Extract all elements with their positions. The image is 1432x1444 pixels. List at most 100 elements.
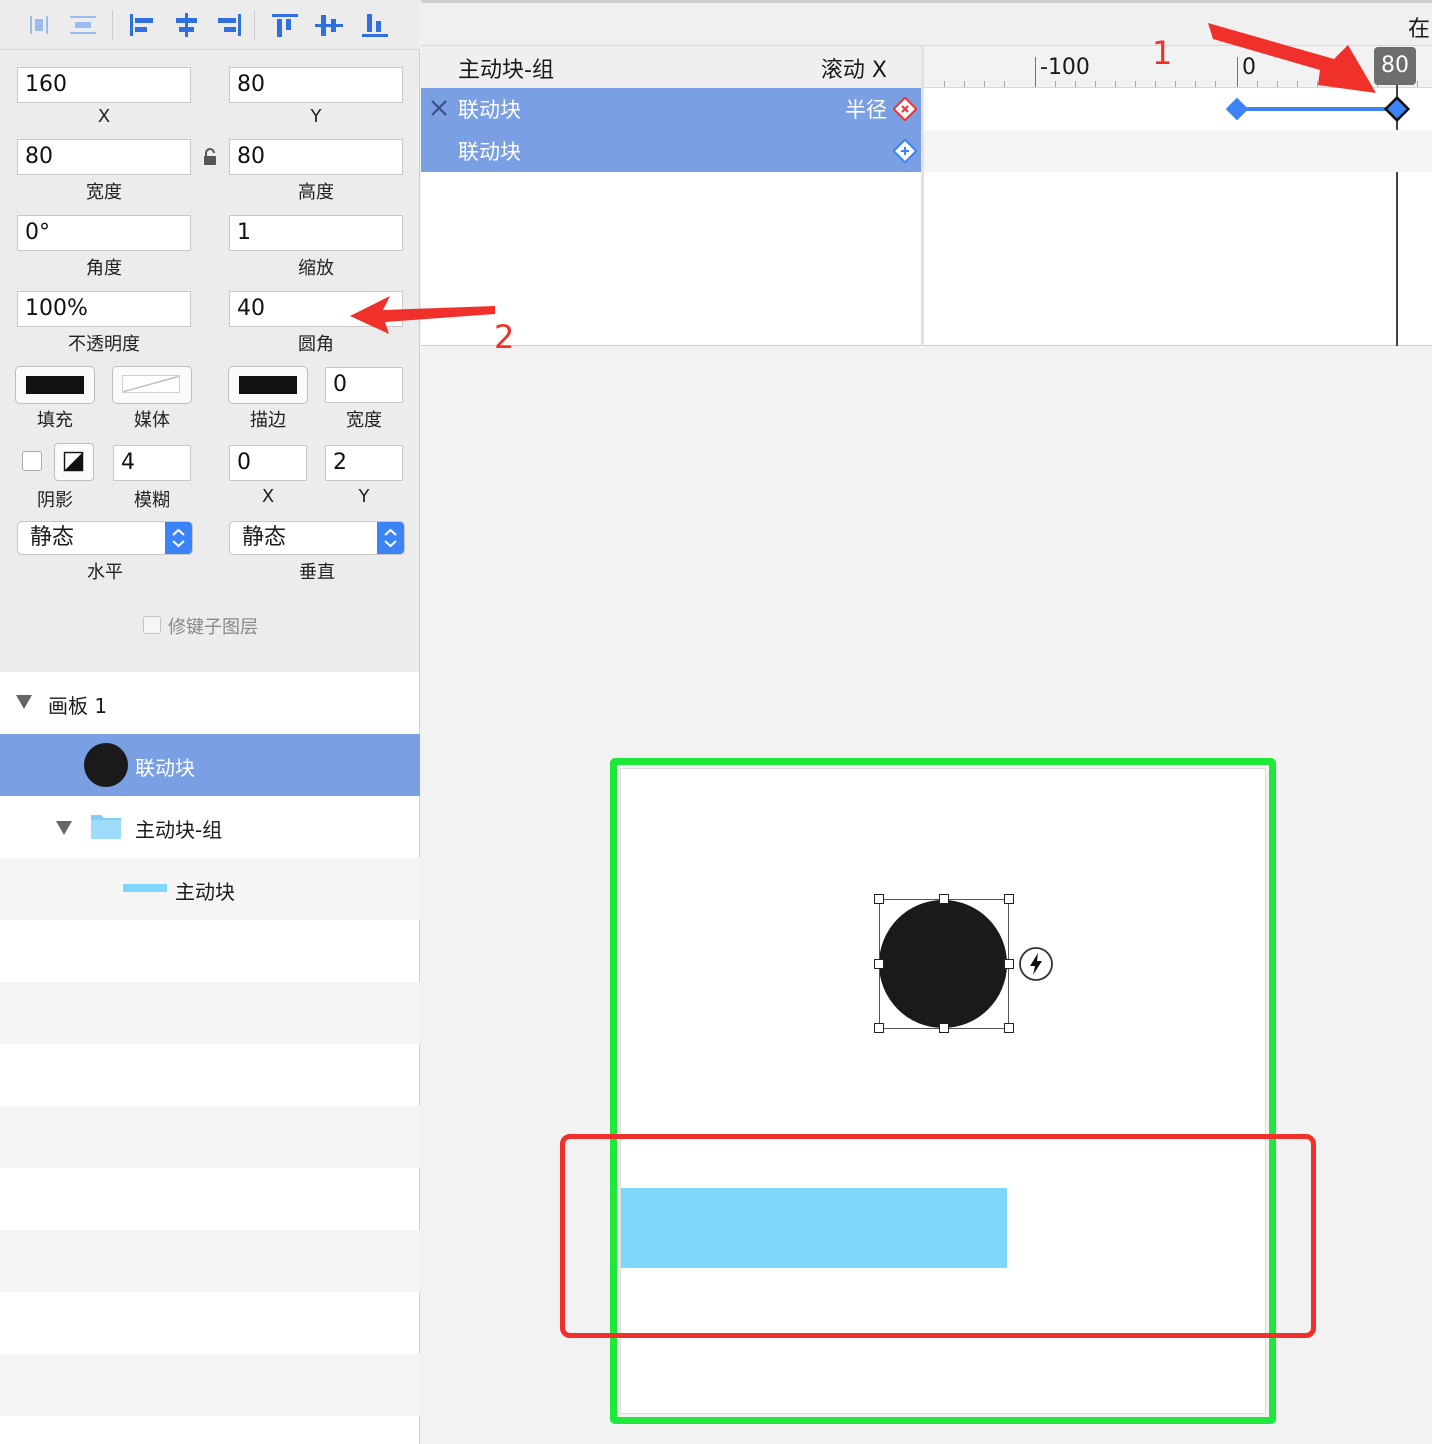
timeline-track-row [924,130,1432,172]
scale-field[interactable]: 1 [229,215,403,251]
timeline-prop-row[interactable]: 联动块 [421,130,921,172]
width-field[interactable]: 80 [17,139,191,175]
horizontal-select-value: 静态 [30,525,75,550]
empty-row [0,1168,420,1230]
fill-color [26,376,84,394]
layer-label: 联动块 [135,756,195,780]
rectangle-layer-icon [123,884,167,892]
media-label: 媒体 [134,410,170,431]
stroke-swatch[interactable] [228,366,308,404]
angle-field[interactable]: 0° [17,215,191,251]
vertical-select-value: 静态 [242,525,287,550]
x-field[interactable]: 160 [17,67,191,103]
layer-label: 主动块 [175,880,235,904]
stroke-color [239,376,297,394]
shadow-x-field[interactable]: 0 [229,445,307,481]
x-label: X [97,106,111,127]
annotation-number-1: 1 [1152,34,1173,72]
align-bottom-icon[interactable] [358,10,392,40]
layer-row-linked-block[interactable]: 联动块 [0,734,420,796]
layer-row-active-block[interactable]: 主动块 [0,858,420,920]
layer-board-label: 画板 1 [48,694,108,718]
prop-layer-label: 联动块 [458,98,521,122]
fill-swatch[interactable] [15,366,95,404]
empty-row [0,1292,420,1354]
prop-name: 半径 [845,98,887,122]
horizontal-select[interactable]: 静态 [17,521,193,555]
align-top-icon[interactable] [268,10,302,40]
group-prop-label: 滚动 X [820,58,887,83]
topbar-text: 在 [1407,17,1430,42]
lock-icon[interactable] [202,148,218,166]
chevron-updown-icon [377,522,404,554]
toolbar-separator [254,10,255,40]
close-icon[interactable] [429,98,449,123]
timeline-divider[interactable] [921,46,924,346]
height-field[interactable]: 80 [229,139,403,175]
media-swatch[interactable] [112,366,192,404]
shadow-color-swatch[interactable] [54,443,94,481]
empty-row [0,1044,420,1106]
empty-row [0,982,420,1044]
layer-panel: 画板 1 联动块 主动块-组 主动块 [0,672,420,1444]
distribute-vertical-icon[interactable] [66,10,100,40]
add-keyframe-icon[interactable] [892,138,918,168]
stroke-width-label: 宽度 [346,410,382,431]
shadow-x-label: X [261,486,275,507]
align-toolbar [0,0,420,50]
opacity-field[interactable]: 100% [17,291,191,327]
y-field[interactable]: 80 [229,67,403,103]
align-center-horizontal-icon[interactable] [170,10,204,40]
circle-layer-icon [84,743,128,787]
timeline-group-header[interactable]: 主动块-组 滚动 X [421,46,921,88]
vertical-select[interactable]: 静态 [229,521,405,555]
annotation-arrow-1 [1208,23,1376,93]
stroke-label: 描边 [250,410,286,431]
angle-label: 角度 [86,258,122,279]
empty-row [0,1230,420,1292]
empty-media-icon [122,375,180,394]
width-label: 宽度 [86,182,122,203]
vertical-label: 垂直 [299,562,335,583]
empty-row [0,920,420,982]
layer-label: 主动块-组 [135,818,223,842]
shadow-y-label: Y [358,486,370,507]
layer-row-active-group[interactable]: 主动块-组 [0,796,420,858]
align-middle-vertical-icon[interactable] [312,10,346,40]
empty-row [0,1354,420,1416]
chevron-updown-icon [165,522,192,554]
empty-row [0,1106,420,1168]
opacity-label: 不透明度 [68,334,140,355]
fill-label: 填充 [37,410,73,431]
distribute-horizontal-icon[interactable] [22,10,56,40]
keyframe-end-icon [1383,95,1411,123]
scale-label: 缩放 [298,258,334,279]
disclosure-triangle-icon[interactable] [15,694,33,714]
align-left-icon[interactable] [126,10,160,40]
disclosure-triangle-icon[interactable] [55,820,73,840]
remove-keyframe-icon[interactable] [892,96,918,126]
annotation-number-2: 2 [494,318,515,356]
shadow-y-field[interactable]: 2 [325,445,403,481]
ruler-label: -100 [1040,55,1090,80]
prop-layer-label: 联动块 [458,140,521,164]
modifier-label: 修键子图层 [168,617,258,638]
blur-label: 模糊 [134,490,170,511]
shadow-label: 阴影 [37,490,73,511]
align-right-icon[interactable] [212,10,246,40]
toolbar-separator [112,10,113,40]
modifier-checkbox[interactable] [143,616,161,634]
horizontal-label: 水平 [87,562,123,583]
layer-board-row[interactable]: 画板 1 [0,672,420,734]
keyframe-start-icon [1225,97,1249,121]
red-highlight-box [560,1134,1316,1338]
folder-icon [90,812,122,844]
blur-field[interactable]: 4 [113,445,191,481]
stroke-width-field[interactable]: 0 [325,367,403,403]
empty-row [0,1416,420,1444]
shadow-checkbox[interactable] [22,451,42,471]
shadow-color-icon [63,451,84,472]
annotation-arrow-2 [350,296,495,334]
timeline-prop-row[interactable]: 联动块 半径 [421,88,921,130]
height-label: 高度 [298,182,334,203]
